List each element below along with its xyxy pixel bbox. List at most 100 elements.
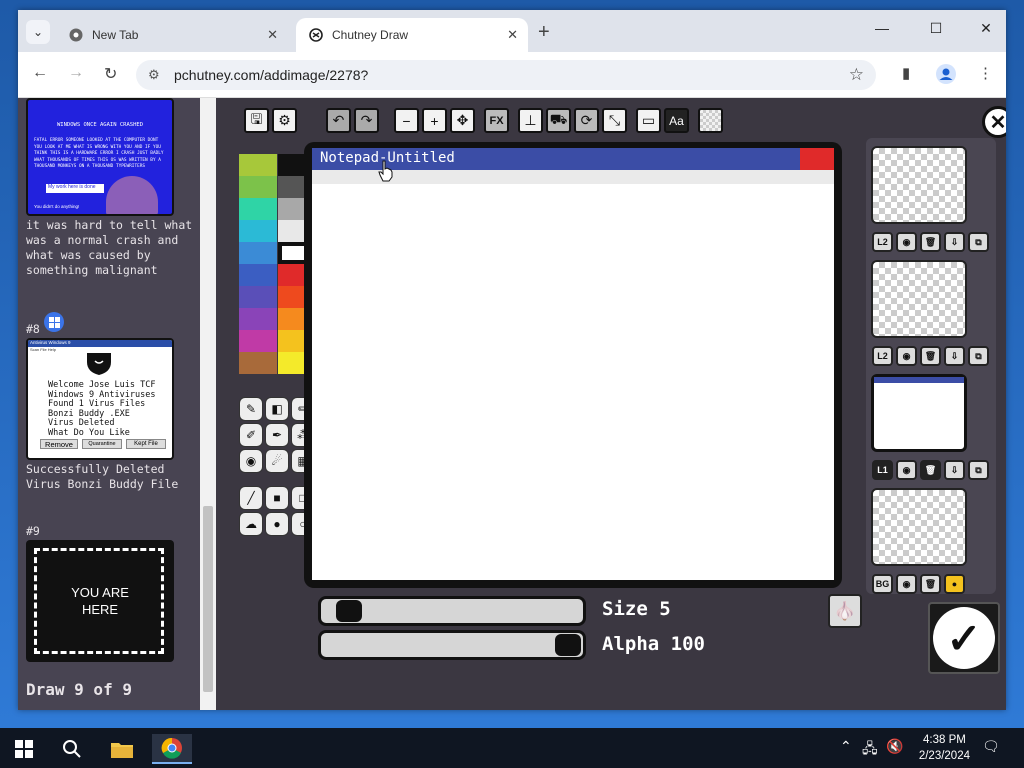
color-swatch[interactable] bbox=[239, 264, 277, 286]
size-slider[interactable] bbox=[318, 596, 586, 626]
layer-thumb-2[interactable] bbox=[871, 260, 967, 338]
merge-icon[interactable]: ⧉ bbox=[968, 460, 989, 480]
profile-icon[interactable] bbox=[936, 64, 956, 88]
line-tool-icon[interactable]: ╱ bbox=[239, 486, 263, 510]
close-draw-icon[interactable]: ✕ bbox=[982, 106, 1006, 138]
color-swatch[interactable] bbox=[239, 286, 277, 308]
color-swatch[interactable] bbox=[239, 242, 277, 264]
gallery-thumb-7[interactable]: WINDOWS ONCE AGAIN CRASHED FATAL ERROR S… bbox=[26, 98, 174, 216]
forward-icon[interactable]: → bbox=[68, 64, 84, 82]
eye-icon[interactable]: ◉ bbox=[896, 574, 917, 594]
chrome-taskbar-icon[interactable] bbox=[152, 734, 192, 764]
search-icon[interactable] bbox=[52, 734, 92, 764]
network-icon[interactable]: 🖧 bbox=[862, 738, 878, 762]
merge-icon[interactable]: ⧉ bbox=[968, 346, 989, 366]
layer-thumb-1[interactable] bbox=[871, 146, 967, 224]
trash-icon[interactable]: 🗑 bbox=[920, 574, 941, 594]
color-swatch[interactable] bbox=[239, 154, 277, 176]
color-swatch[interactable] bbox=[239, 198, 277, 220]
eye-icon[interactable]: ◉ bbox=[896, 232, 917, 252]
forklift-icon[interactable]: ⛟ bbox=[546, 108, 571, 133]
cookie-icon[interactable]: ● bbox=[944, 574, 965, 594]
eye-icon[interactable]: ◉ bbox=[896, 460, 917, 480]
url-text[interactable]: pchutney.com/addimage/2278? bbox=[174, 67, 368, 83]
maximize-icon[interactable]: ☐ bbox=[926, 20, 946, 37]
settings-gear-icon[interactable]: ⚙ bbox=[272, 108, 297, 133]
lasso-icon[interactable]: ☁ bbox=[239, 512, 263, 536]
trash-icon[interactable]: 🗑 bbox=[920, 460, 941, 480]
back-icon[interactable]: ← bbox=[32, 64, 48, 82]
arrow-down-icon[interactable]: ⇩ bbox=[944, 232, 965, 252]
arrow-down-icon[interactable]: ⇩ bbox=[944, 346, 965, 366]
redo-icon[interactable]: ↷ bbox=[354, 108, 379, 133]
site-info-icon[interactable]: ⚙ bbox=[148, 67, 160, 83]
menu-kebab-icon[interactable]: ⋮ bbox=[978, 64, 993, 82]
chevron-up-icon[interactable]: ⌃ bbox=[840, 738, 852, 755]
alpha-slider[interactable] bbox=[318, 630, 586, 660]
start-windows-icon[interactable] bbox=[4, 734, 44, 764]
eye-icon[interactable]: ◉ bbox=[896, 346, 917, 366]
marker-icon[interactable]: ✐ bbox=[239, 423, 263, 447]
layer-label-2[interactable]: L2 bbox=[872, 346, 893, 366]
fx-button[interactable]: FX bbox=[484, 108, 509, 133]
sidebar-icon[interactable]: ▮ bbox=[902, 64, 910, 82]
gallery-thumb-9[interactable]: YOU ARE HERE bbox=[26, 540, 174, 662]
fill-bucket-icon[interactable]: ◉ bbox=[239, 449, 263, 473]
submit-check-button[interactable]: ✓ bbox=[928, 602, 1000, 674]
resize-icon[interactable]: ⤡ bbox=[602, 108, 627, 133]
color-swatch[interactable] bbox=[239, 220, 277, 242]
reload-icon[interactable]: ↻ bbox=[104, 64, 117, 84]
zoom-out-icon[interactable]: − bbox=[394, 108, 419, 133]
circle-fill-icon[interactable]: ● bbox=[265, 512, 289, 536]
alpha-slider-knob[interactable] bbox=[555, 634, 581, 656]
layer-label-3[interactable]: L1 bbox=[872, 460, 893, 480]
file-explorer-icon[interactable] bbox=[102, 734, 142, 764]
close-tab-icon[interactable]: ✕ bbox=[507, 27, 518, 43]
pen-icon[interactable]: ✒ bbox=[265, 423, 289, 447]
close-window-icon[interactable]: ✕ bbox=[976, 20, 996, 37]
size-slider-knob[interactable] bbox=[336, 600, 363, 622]
image-icon[interactable]: ▭ bbox=[636, 108, 661, 133]
color-swatch[interactable] bbox=[239, 176, 277, 198]
color-swatch[interactable] bbox=[239, 352, 277, 374]
volume-muted-icon[interactable]: 🔇 bbox=[886, 738, 903, 755]
gallery-thumb-8[interactable]: Antivirus Windows 9 Scan File Help Welco… bbox=[26, 338, 174, 460]
scrollbar[interactable] bbox=[200, 98, 216, 710]
color-swatch[interactable] bbox=[239, 330, 277, 352]
arrow-down-icon[interactable]: ⇩ bbox=[944, 460, 965, 480]
new-tab-button[interactable]: + bbox=[538, 22, 550, 42]
brush-icon[interactable]: ✎ bbox=[239, 397, 263, 421]
zoom-in-icon[interactable]: + bbox=[422, 108, 447, 133]
move-icon[interactable]: ✥ bbox=[450, 108, 475, 133]
bookmark-star-icon[interactable]: ☆ bbox=[849, 65, 864, 85]
minimize-icon[interactable]: — bbox=[872, 20, 892, 36]
tab-chutney-draw[interactable]: Chutney Draw ✕ bbox=[296, 18, 528, 52]
address-bar[interactable]: ⚙ pchutney.com/addimage/2278? ☆ bbox=[136, 60, 876, 90]
layer-label-bg[interactable]: BG bbox=[872, 574, 893, 594]
layer-thumb-bg[interactable] bbox=[871, 488, 967, 566]
notepad-close-box bbox=[800, 148, 834, 170]
save-icon[interactable]: 🖫 bbox=[244, 108, 269, 133]
rect-fill-icon[interactable]: ■ bbox=[265, 486, 289, 510]
garlic-icon[interactable]: 🧄 bbox=[828, 594, 862, 628]
eraser-icon[interactable]: ◧ bbox=[265, 397, 289, 421]
layer-label-1[interactable]: L2 bbox=[872, 232, 893, 252]
tab-search-button[interactable]: ⌄ bbox=[26, 20, 50, 44]
trash-icon[interactable]: 🗑 bbox=[920, 346, 941, 366]
smudge-icon[interactable]: ☄ bbox=[265, 449, 289, 473]
trash-icon[interactable]: 🗑 bbox=[920, 232, 941, 252]
undo-icon[interactable]: ↶ bbox=[326, 108, 351, 133]
close-tab-icon[interactable]: ✕ bbox=[267, 27, 278, 43]
merge-icon[interactable]: ⧉ bbox=[968, 232, 989, 252]
drawing-canvas[interactable]: Notepad-Untitled bbox=[312, 148, 834, 580]
notifications-icon[interactable]: 🗨 bbox=[982, 738, 1000, 755]
tab-new-tab[interactable]: New Tab ✕ bbox=[56, 18, 288, 52]
layer-thumb-3[interactable] bbox=[871, 374, 967, 452]
text-tool-button[interactable]: Aa bbox=[664, 108, 689, 133]
clock[interactable]: 4:38 PM 2/23/2024 bbox=[919, 732, 970, 764]
scrollbar-thumb[interactable] bbox=[203, 506, 213, 692]
stamp-icon[interactable]: ⊥ bbox=[518, 108, 543, 133]
rotate-icon[interactable]: ⟳ bbox=[574, 108, 599, 133]
transparency-icon[interactable] bbox=[698, 108, 723, 133]
color-swatch[interactable] bbox=[239, 308, 277, 330]
